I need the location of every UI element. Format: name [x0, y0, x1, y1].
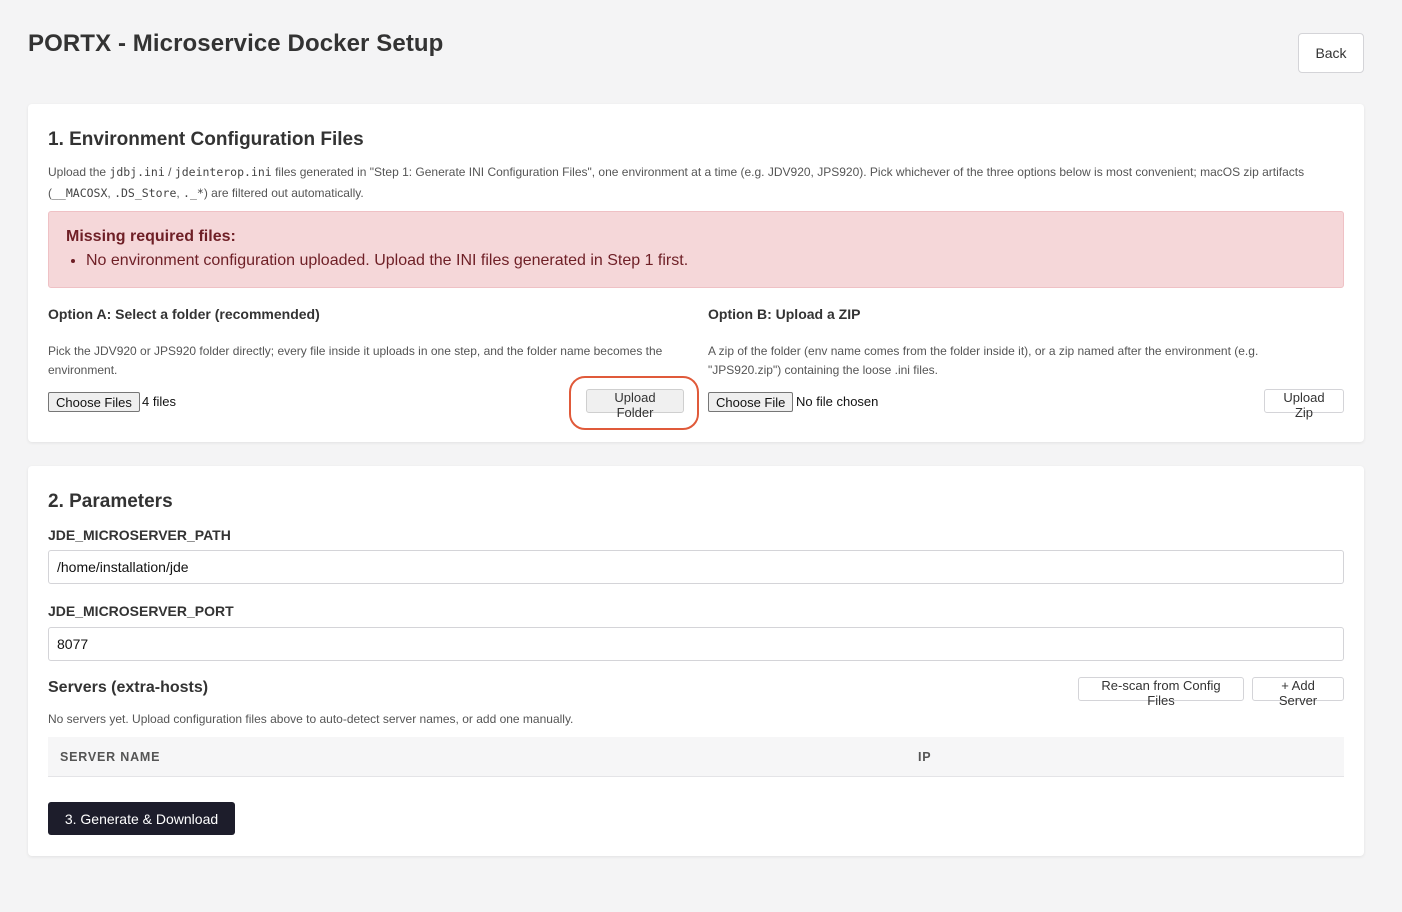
dot-underscore-code: ._*: [183, 186, 204, 200]
option-a-description: Pick the JDV920 or JPS920 folder directl…: [48, 344, 663, 377]
ds-store-code: .DS_Store: [114, 186, 177, 200]
servers-empty-note: No servers yet. Upload configuration fil…: [48, 712, 574, 726]
microserver-port-label: JDE_MICROSERVER_PORT: [48, 603, 234, 619]
missing-files-alert: Missing required files: No environment c…: [48, 211, 1344, 288]
alert-title: Missing required files:: [66, 228, 236, 245]
back-button[interactable]: Back: [1298, 33, 1364, 73]
choose-files-button[interactable]: Choose Files: [48, 392, 140, 412]
column-ip: IP: [918, 750, 932, 764]
option-a-title: Option A: Select a folder (recommended): [48, 306, 320, 322]
option-b-file-status: No file chosen: [796, 394, 879, 409]
option-a-file-status: 4 files: [142, 394, 176, 409]
microserver-path-label: JDE_MICROSERVER_PATH: [48, 527, 231, 543]
microserver-port-input[interactable]: [48, 627, 1344, 661]
microserver-path-input[interactable]: [48, 550, 1344, 584]
option-b-title: Option B: Upload a ZIP: [708, 306, 861, 322]
macosx-code: __MACOSX: [52, 186, 108, 200]
choose-file-button[interactable]: Choose File: [708, 392, 794, 412]
jdbj-ini-code: jdbj.ini: [109, 165, 165, 179]
servers-table-header: SERVER NAME IP: [48, 737, 1344, 777]
upload-folder-button[interactable]: Upload Folder: [586, 389, 684, 420]
alert-list: No environment configuration uploaded. U…: [66, 250, 688, 272]
env-config-title: 1. Environment Configuration Files: [48, 129, 364, 150]
add-server-button[interactable]: + Add Server: [1252, 677, 1344, 708]
upload-zip-button[interactable]: Upload Zip: [1264, 389, 1344, 420]
env-config-description: Upload the jdbj.ini / jdeinterop.ini fil…: [48, 165, 1305, 200]
env-config-card: 1. Environment Configuration Files Uploa…: [28, 104, 1364, 442]
option-b-description: A zip of the folder (env name comes from…: [708, 344, 1259, 377]
generate-download-button[interactable]: 3. Generate & Download: [48, 802, 235, 835]
alert-item: No environment configuration uploaded. U…: [86, 250, 688, 272]
parameters-card: 2. Parameters JDE_MICROSERVER_PATH JDE_M…: [28, 466, 1364, 856]
jdeinterop-ini-code: jdeinterop.ini: [174, 165, 272, 179]
servers-title: Servers (extra-hosts): [48, 679, 209, 696]
column-server-name: SERVER NAME: [60, 750, 161, 764]
rescan-config-button[interactable]: Re-scan from Config Files: [1078, 677, 1244, 708]
page-title: PORTX - Microservice Docker Setup: [28, 30, 444, 57]
parameters-title: 2. Parameters: [48, 491, 173, 512]
